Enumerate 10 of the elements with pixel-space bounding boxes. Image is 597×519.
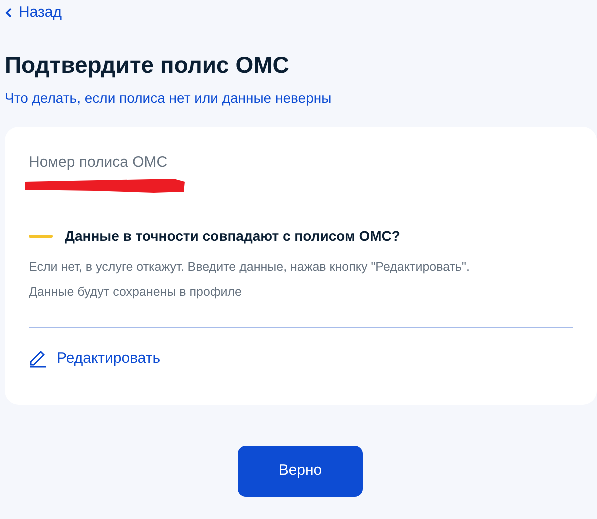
- warning-text: Если нет, в услуге откажут. Введите данные, нажав кнопку "Редактировать". Данные будут сохранены в профиле: [29, 259, 471, 301]
- chevron-left-icon: [5, 8, 13, 18]
- warning-title: Данные в точности совпадают с полисом ОМС?: [65, 227, 400, 246]
- confirm-button[interactable]: Верно: [238, 446, 363, 497]
- back-link[interactable]: Назад: [5, 3, 62, 23]
- edit-link[interactable]: Редактировать: [29, 348, 161, 370]
- help-link[interactable]: Что делать, если полиса нет или данные неверны: [5, 88, 332, 108]
- pencil-icon: [29, 350, 47, 368]
- field-label: Номер полиса ОМС: [29, 153, 169, 173]
- page-title: Подтвердите полис ОМС: [5, 51, 290, 80]
